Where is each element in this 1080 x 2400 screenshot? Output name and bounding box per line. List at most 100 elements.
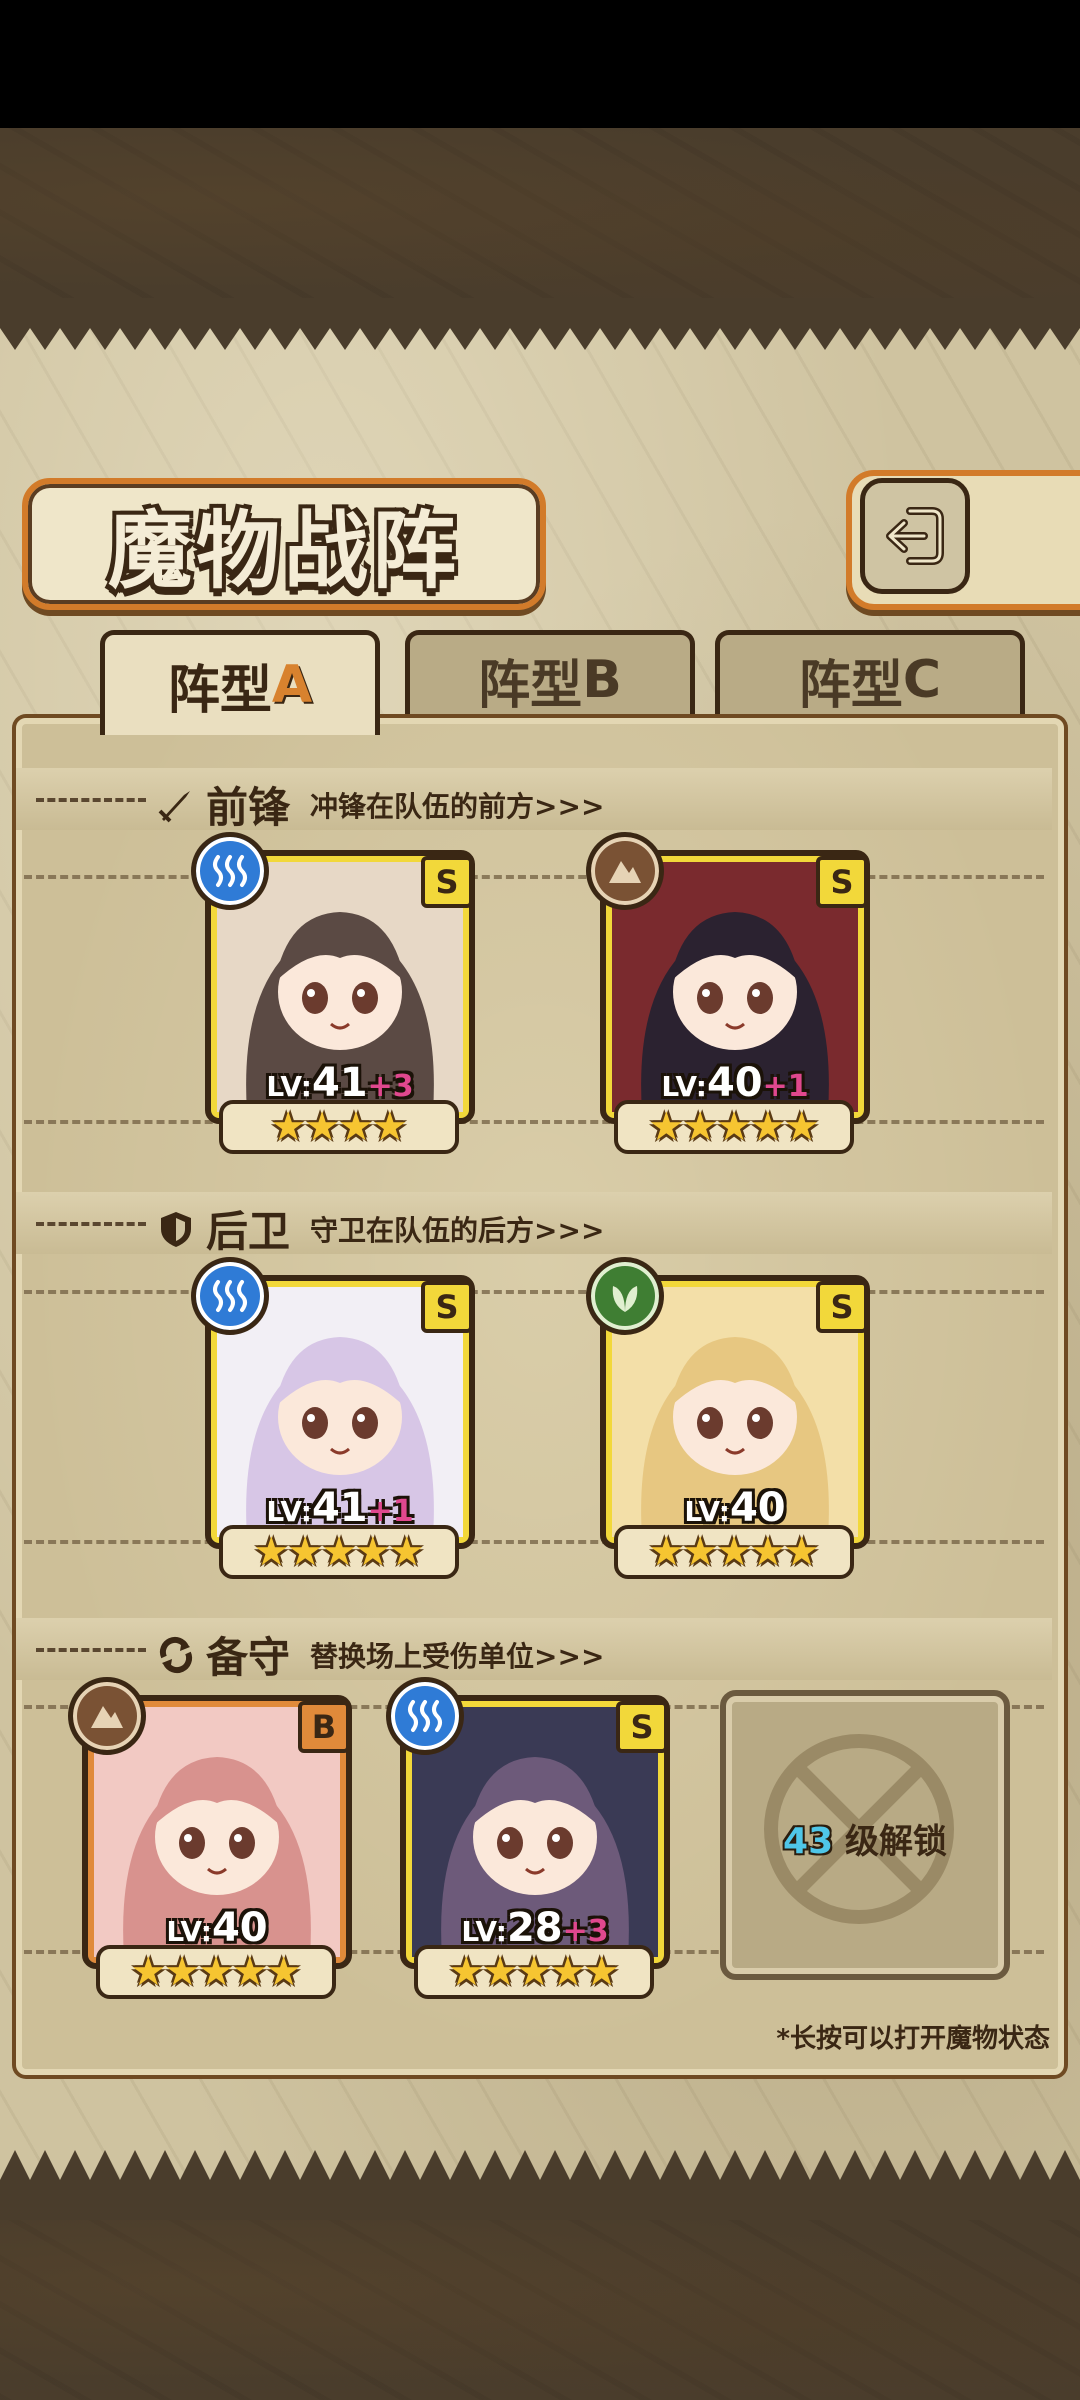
level-label: LV: <box>266 1495 312 1528</box>
star-rating: ★ ★ ★ ★ ★ <box>614 1100 854 1154</box>
star-rating: ★ ★ ★ ★ ★ <box>414 1945 654 1999</box>
rank-badge: S <box>421 1281 473 1333</box>
water-element-icon <box>213 1280 247 1312</box>
section-name: 备守 <box>206 1633 291 1682</box>
level-bonus: +1 <box>762 1069 809 1104</box>
earth-element-icon <box>609 861 641 883</box>
star-icon: ★ <box>482 1950 519 1994</box>
unlock-text: 级解锁 <box>844 1822 947 1862</box>
rank-badge: S <box>816 856 868 908</box>
divider <box>36 1222 146 1226</box>
level-label: LV: <box>461 1915 507 1948</box>
level-bonus: +3 <box>562 1914 609 1949</box>
earth-element-icon <box>91 1706 123 1728</box>
section-desc: 替换场上受伤单位>>> <box>310 1639 605 1673</box>
section-reserve: 备守 替换场上受伤单位>>> <box>16 1618 1052 1682</box>
star-icon: ★ <box>648 1105 685 1149</box>
hint-footnote: *长按可以打开魔物状态 <box>776 2024 1050 2054</box>
star-rating: ★ ★ ★ ★ ★ <box>614 1525 854 1579</box>
star-icon: ★ <box>287 1530 324 1574</box>
tab-formation-c[interactable]: 阵型 C <box>715 630 1025 725</box>
level-label: LV: <box>166 1915 212 1948</box>
torn-edge-top <box>0 298 1080 350</box>
level-label: LV: <box>266 1070 312 1103</box>
star-icon: ★ <box>321 1530 357 1574</box>
star-icon: ★ <box>130 1950 167 1994</box>
section-desc: 冲锋在队伍的前方>>> <box>310 789 605 823</box>
rank-badge: S <box>816 1281 868 1333</box>
monster-card-rear1[interactable]: LV:41+1 S ★ ★ ★ ★ ★ <box>191 1257 475 1579</box>
monster-card-front2[interactable]: LV:40+1 S ★ ★ ★ ★ ★ <box>586 832 870 1154</box>
rank-badge: S <box>616 1701 668 1753</box>
star-icon: ★ <box>716 1105 752 1149</box>
page-title: 魔物战阵 <box>107 500 460 600</box>
section-front: 前锋 冲锋在队伍的前方>>> <box>16 768 1052 832</box>
star-icon: ★ <box>270 1105 307 1149</box>
star-icon: ★ <box>231 1950 268 1994</box>
formation-tabs: 阵型 A 阵型 B 阵型 C <box>20 630 1060 735</box>
row-guide <box>24 1540 1044 1544</box>
star-icon: ★ <box>783 1105 820 1149</box>
monster-card-front1[interactable]: LV:41+3 S ★ ★ ★ ★ <box>191 832 475 1154</box>
tab-letter: A <box>271 655 313 715</box>
star-icon: ★ <box>716 1530 752 1574</box>
tab-label: 阵型 <box>167 660 272 721</box>
star-icon: ★ <box>164 1950 201 1994</box>
shield-icon <box>161 1211 191 1247</box>
star-icon: ★ <box>682 1530 719 1574</box>
star-icon: ★ <box>583 1950 620 1994</box>
star-icon: ★ <box>198 1950 234 1994</box>
monster-card-rear2[interactable]: LV:40 S ★ ★ ★ ★ ★ <box>586 1257 870 1579</box>
star-rating: ★ ★ ★ ★ ★ <box>219 1525 459 1579</box>
divider <box>36 1648 146 1652</box>
tab-formation-b[interactable]: 阵型 B <box>405 630 695 725</box>
map-background-bottom <box>0 2210 1080 2400</box>
monster-card-reserve2[interactable]: LV:28+3 S ★ ★ ★ ★ ★ <box>386 1677 670 1999</box>
wood-element-icon <box>612 1286 638 1312</box>
level-label: LV: <box>684 1495 730 1528</box>
tab-letter: B <box>582 650 622 710</box>
water-element-icon <box>408 1700 442 1732</box>
row-guide <box>24 875 1044 879</box>
row-guide <box>24 1120 1044 1124</box>
back-button[interactable] <box>860 478 970 594</box>
star-icon: ★ <box>516 1950 552 1994</box>
monster-card-reserve1[interactable]: LV:40 B ★ ★ ★ ★ ★ <box>68 1677 352 1999</box>
star-icon: ★ <box>682 1105 719 1149</box>
locked-slot[interactable]: 43 级解锁 <box>720 1690 1010 1980</box>
star-icon: ★ <box>783 1530 820 1574</box>
unlock-requirement: 43 级解锁 <box>726 1814 1004 1863</box>
star-icon: ★ <box>648 1530 685 1574</box>
section-desc: 守卫在队伍的后方>>> <box>310 1213 605 1247</box>
tab-letter: C <box>902 650 942 710</box>
swap-icon <box>159 1636 193 1673</box>
tab-label: 阵型 <box>478 655 583 716</box>
rank-badge: S <box>421 856 473 908</box>
star-icon: ★ <box>448 1950 485 1994</box>
star-icon: ★ <box>304 1105 340 1149</box>
section-name: 前锋 <box>206 783 291 832</box>
element-badge <box>68 1677 146 1755</box>
element-badge <box>191 1257 269 1335</box>
water-element-icon <box>213 855 247 887</box>
star-icon: ★ <box>265 1950 302 1994</box>
torn-edge-bottom <box>0 2150 1080 2220</box>
section-name: 后卫 <box>206 1207 291 1256</box>
sword-icon <box>158 790 190 822</box>
tab-label: 阵型 <box>798 655 903 716</box>
unlock-level: 43 <box>783 1821 834 1862</box>
star-rating: ★ ★ ★ ★ <box>219 1100 459 1154</box>
star-icon: ★ <box>338 1105 374 1149</box>
star-icon: ★ <box>354 1530 391 1574</box>
level-bonus: +1 <box>367 1494 414 1529</box>
element-badge <box>191 832 269 910</box>
rank-badge: B <box>298 1701 350 1753</box>
star-rating: ★ ★ ★ ★ ★ <box>96 1945 336 1999</box>
tab-formation-a[interactable]: 阵型 A <box>100 630 380 735</box>
return-arrow-icon <box>886 507 944 565</box>
element-badge <box>586 832 664 910</box>
element-badge <box>586 1257 664 1335</box>
star-icon: ★ <box>749 1105 786 1149</box>
title-plate: 魔物战阵 <box>22 478 546 610</box>
star-icon: ★ <box>388 1530 425 1574</box>
